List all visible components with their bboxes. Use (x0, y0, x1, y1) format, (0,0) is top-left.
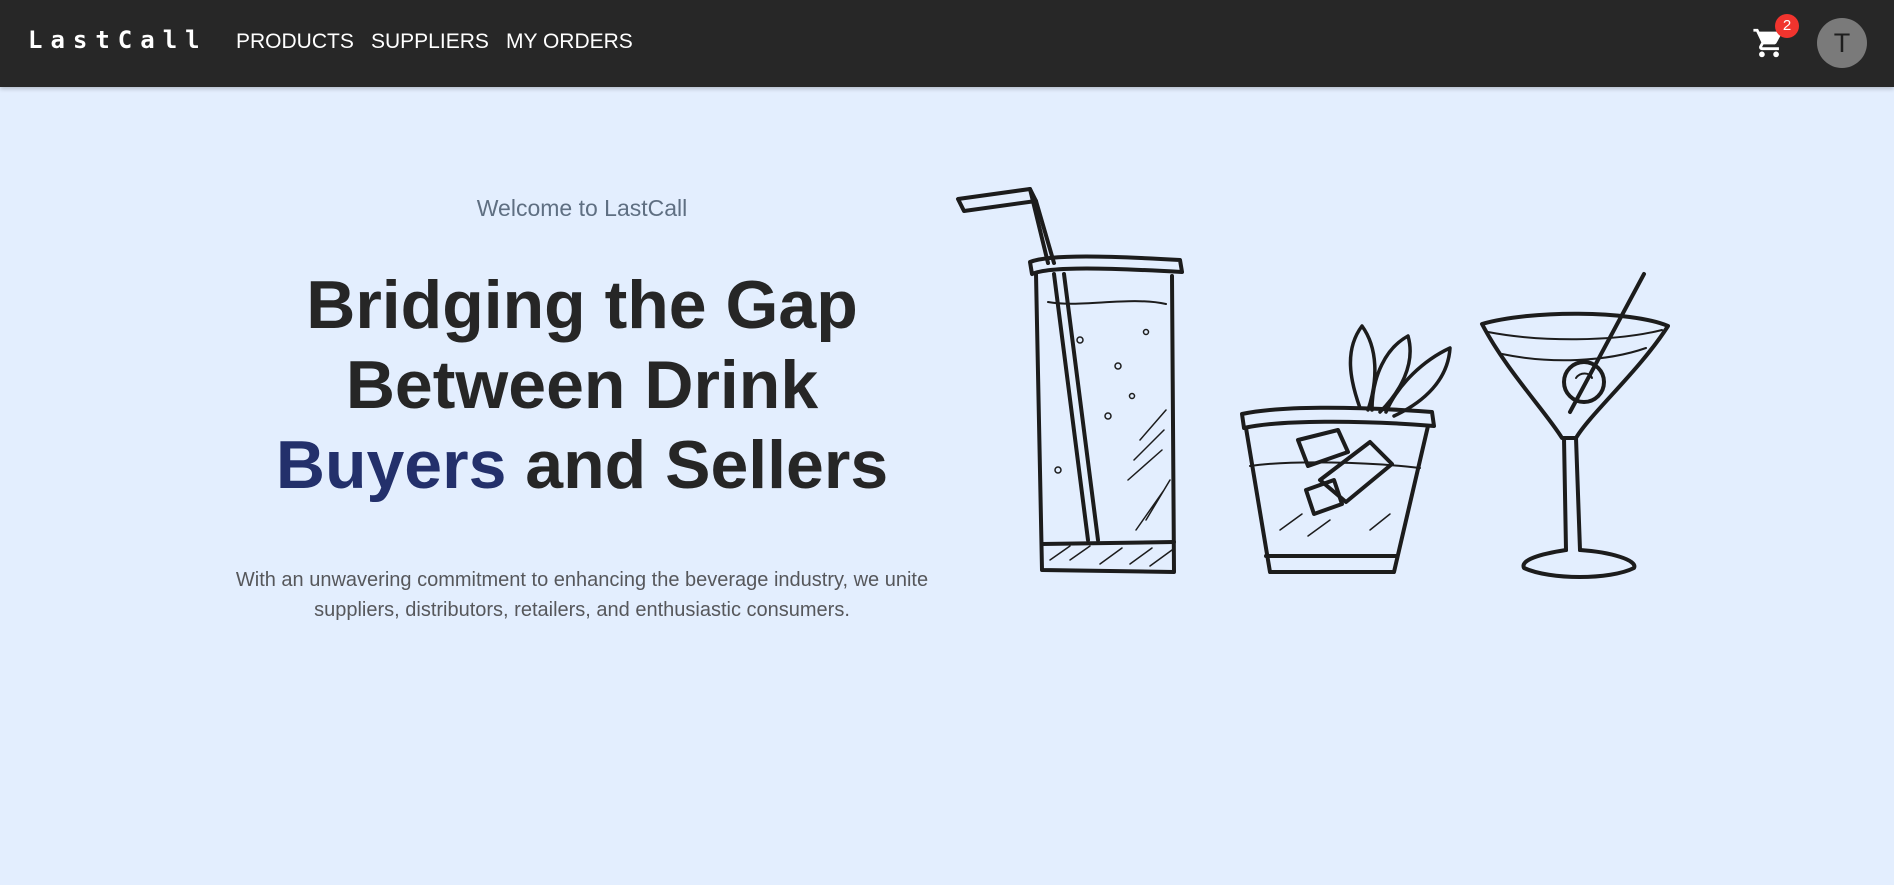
cocktail-drinks-illustration (950, 180, 1670, 600)
user-avatar[interactable]: T (1817, 18, 1867, 68)
top-navbar: LastCall PRODUCTS SUPPLIERS MY ORDERS 2 … (0, 0, 1894, 87)
tall-glass-icon (956, 187, 1184, 574)
headline-part-2: and Sellers (506, 427, 889, 503)
headline-part-1: Bridging the Gap Between Drink (306, 267, 858, 423)
hero-section: Welcome to LastCall Bridging the Gap Bet… (222, 195, 942, 625)
martini-glass-icon (1480, 272, 1670, 579)
hero-subtext: With an unwavering commitment to enhanci… (235, 569, 929, 621)
logo[interactable]: LastCall (28, 26, 208, 54)
short-glass-icon (1240, 324, 1452, 574)
nav-link-my-orders[interactable]: MY ORDERS (506, 30, 633, 54)
hero-headline: Bridging the Gap Between Drink Buyers an… (222, 265, 942, 505)
nav-link-suppliers[interactable]: SUPPLIERS (371, 30, 489, 54)
headline-accent: Buyers (275, 427, 507, 503)
welcome-text: Welcome to LastCall (476, 195, 688, 221)
cart-count-badge: 2 (1775, 14, 1799, 38)
nav-link-products[interactable]: PRODUCTS (236, 30, 354, 54)
